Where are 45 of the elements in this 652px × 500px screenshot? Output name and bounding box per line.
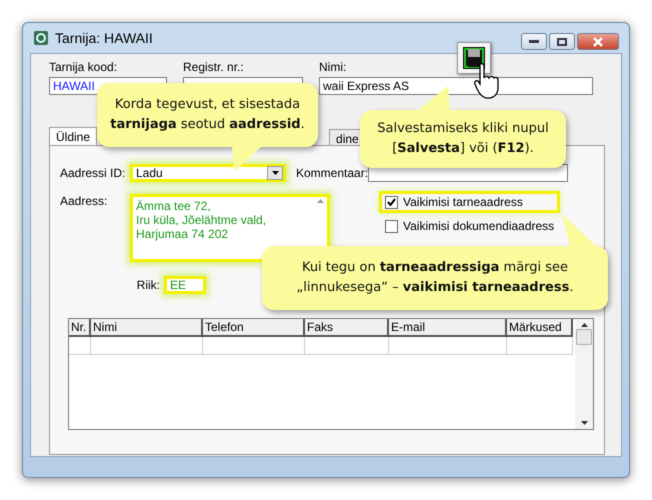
minimize-icon (529, 40, 539, 44)
country-field[interactable]: EE (164, 276, 206, 294)
text-field[interactable]: waii Express AS (319, 77, 593, 95)
checkmark-icon (387, 198, 396, 206)
close-icon (593, 36, 603, 46)
column-header[interactable]: Nimi (91, 319, 203, 337)
checkbox-label: Vaikimisi dokumendiaadress (403, 219, 554, 233)
field-label: Kommentaar: (296, 166, 368, 180)
save-button[interactable] (457, 42, 491, 74)
table-cell (507, 337, 573, 355)
field-label: Riik: (136, 278, 161, 292)
maximize-icon (557, 38, 567, 46)
field-label: Aadressi ID: (60, 166, 126, 180)
tab[interactable]: Üldine (49, 127, 98, 145)
address-field[interactable]: Ämma tee 72, Iru küla, Jõelähtme vald, Harjumaa 74 202 (130, 194, 330, 262)
scroll-thumb[interactable] (576, 329, 592, 345)
callout-text: Kui tegu on tarneaadressiga märgi see „linnukesega“ – vaikimisi tarneaadress. (296, 259, 574, 297)
scrollbar[interactable] (575, 319, 593, 429)
address-id-dropdown[interactable]: Ladu (130, 164, 286, 182)
address-text: Ämma tee 72, Iru küla, Jõelähtme vald, Harjumaa 74 202 (136, 199, 266, 243)
maximize-button[interactable] (549, 33, 575, 50)
field-label: Tarnija kood: (49, 60, 118, 74)
minimize-button[interactable] (521, 33, 547, 50)
checkbox-label: Vaikimisi tarneaadress (403, 195, 523, 209)
column-header[interactable]: Telefon (203, 319, 305, 337)
scroll-down-icon (580, 421, 588, 425)
window-title: Tarnija: HAWAII (55, 30, 153, 46)
field-label: Aadress: (60, 194, 108, 208)
column-header[interactable]: Nr. (69, 319, 91, 337)
column-header[interactable]: Faks (305, 319, 389, 337)
app-icon (33, 30, 49, 46)
field-label: Registr. nr.: (183, 60, 245, 74)
scroll-up-icon (580, 323, 588, 327)
callout-text: Salvestamiseks kliki nupul [Salvesta] või (F12). (376, 120, 550, 158)
field-label: Nimi: (319, 60, 348, 74)
scroll-up-icon (317, 199, 324, 203)
close-button[interactable] (577, 33, 619, 50)
callout-text: Korda tegevust, et sisestada tarnijaga seotud aadressid. (109, 96, 306, 134)
floppy-disk-icon (463, 47, 485, 69)
column-header[interactable]: Märkused (507, 319, 573, 337)
dropdown-arrow-icon (272, 171, 278, 175)
checkbox[interactable] (385, 196, 398, 208)
column-header[interactable]: E-mail (389, 319, 507, 337)
table-cell (69, 337, 91, 355)
checkbox[interactable] (385, 220, 398, 232)
